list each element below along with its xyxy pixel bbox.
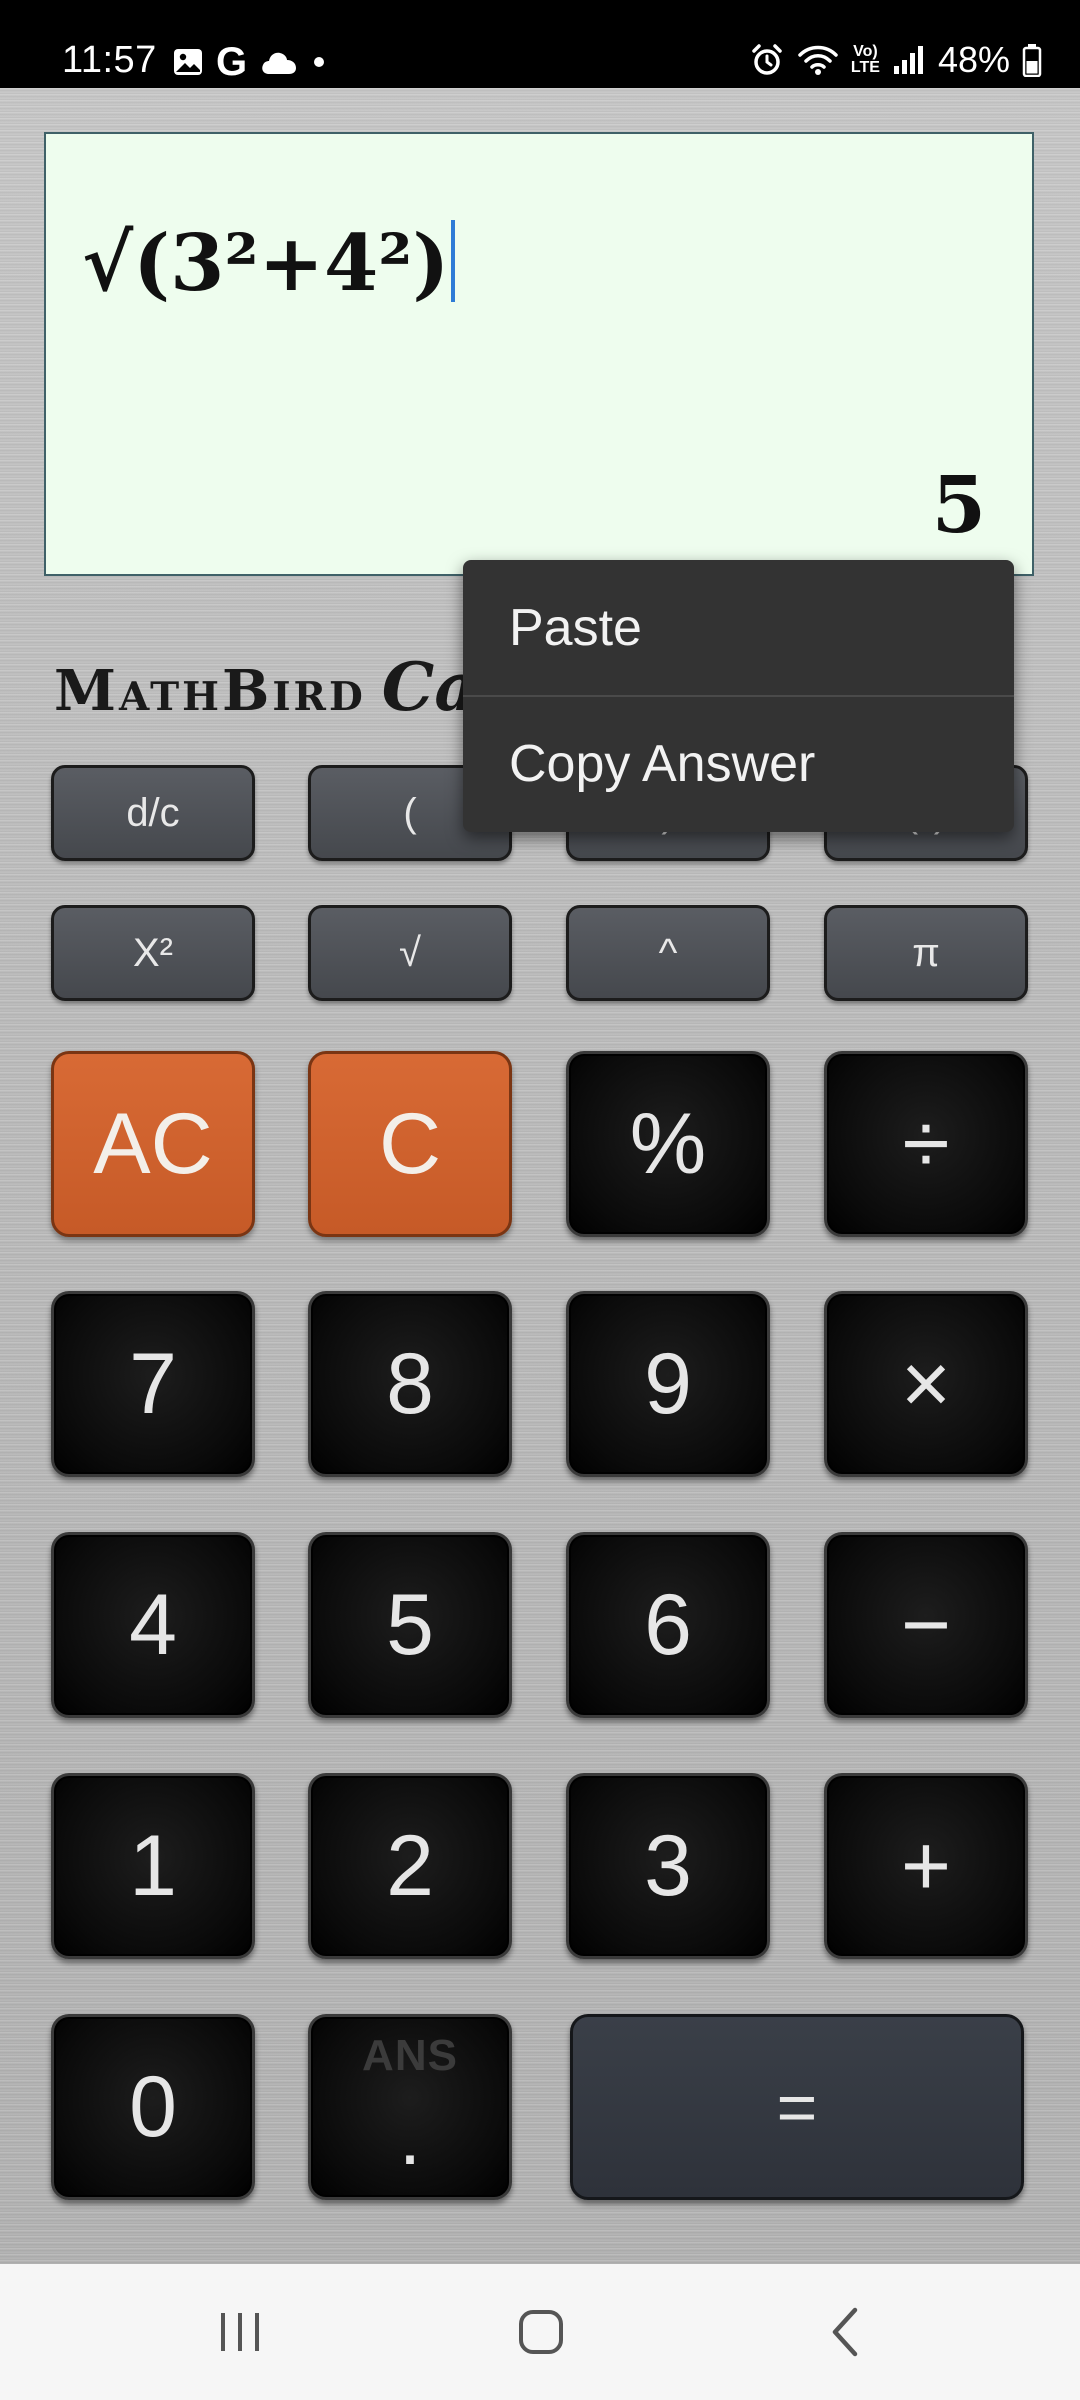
key-pi[interactable]: π (824, 905, 1028, 1001)
key-equals[interactable]: = (570, 2014, 1024, 2200)
decimal-point-label: . (398, 2092, 422, 2181)
key-3[interactable]: 3 (566, 1773, 770, 1959)
key-6[interactable]: 6 (566, 1532, 770, 1718)
dot-icon (311, 54, 327, 70)
ans-label: ANS (362, 2031, 458, 2080)
key-square-root[interactable]: √ (308, 905, 512, 1001)
key-add[interactable]: + (824, 1773, 1028, 1959)
menu-divider (463, 695, 1014, 697)
battery-icon (1022, 43, 1042, 77)
signal-icon (892, 44, 926, 76)
wifi-icon (797, 43, 839, 77)
key-1[interactable]: 1 (51, 1773, 255, 1959)
home-icon (519, 2310, 563, 2354)
status-time: 11:57 (62, 39, 157, 81)
battery-percent: 48% (937, 39, 1010, 80)
expression-line[interactable]: √(3²+4²) (82, 214, 456, 314)
gallery-icon (172, 46, 204, 78)
key-multiply[interactable]: × (824, 1291, 1028, 1477)
key-percent[interactable]: % (566, 1051, 770, 1237)
volte-label-bottom: LTE (850, 59, 880, 76)
status-bar: 11:57 G Vo) LTE 48% (0, 0, 1080, 88)
volte-icon: Vo) LTE (851, 44, 880, 76)
back-icon (832, 2307, 858, 2357)
key-decimal-point[interactable]: ANS . (308, 2014, 512, 2200)
back-button[interactable] (800, 2292, 890, 2372)
status-system-icons: Vo) LTE 48% (749, 38, 1042, 82)
key-7[interactable]: 7 (51, 1291, 255, 1477)
key-8[interactable]: 8 (308, 1291, 512, 1477)
key-0[interactable]: 0 (51, 2014, 255, 2200)
context-menu: Paste Copy Answer (463, 560, 1014, 832)
key-power[interactable]: ^ (566, 905, 770, 1001)
google-icon: G (216, 40, 248, 84)
cloud-icon (259, 48, 299, 76)
key-all-clear[interactable]: AC (51, 1051, 255, 1237)
key-4[interactable]: 4 (51, 1532, 255, 1718)
key-2[interactable]: 2 (308, 1773, 512, 1959)
key-9[interactable]: 9 (566, 1291, 770, 1477)
recent-apps-icon (221, 2313, 259, 2351)
status-notification-icons: G (172, 40, 327, 84)
volte-label-top: Vo) (853, 43, 878, 60)
key-subtract[interactable]: − (824, 1532, 1028, 1718)
result-value: 5 (931, 460, 986, 551)
key-square[interactable]: X² (51, 905, 255, 1001)
alarm-icon (749, 42, 785, 78)
home-button[interactable] (496, 2292, 586, 2372)
navigation-bar (0, 2264, 1080, 2400)
key-divide[interactable]: ÷ (824, 1051, 1028, 1237)
menu-item-copy-answer[interactable]: Copy Answer (463, 696, 1014, 832)
calculator-app: √(3²+4²) 5 MathBird Calc d/c ( ) (*) X² … (0, 88, 1080, 2264)
key-5[interactable]: 5 (308, 1532, 512, 1718)
text-cursor (451, 220, 456, 302)
menu-item-paste[interactable]: Paste (463, 560, 1014, 696)
calculator-display[interactable]: √(3²+4²) 5 (44, 132, 1034, 576)
key-clear[interactable]: C (308, 1051, 512, 1237)
brand-name: MathBird (54, 658, 366, 724)
key-decimal-fraction[interactable]: d/c (51, 765, 255, 861)
recent-apps-button[interactable] (195, 2292, 285, 2372)
expression-text: √(3²+4²) (82, 218, 450, 309)
